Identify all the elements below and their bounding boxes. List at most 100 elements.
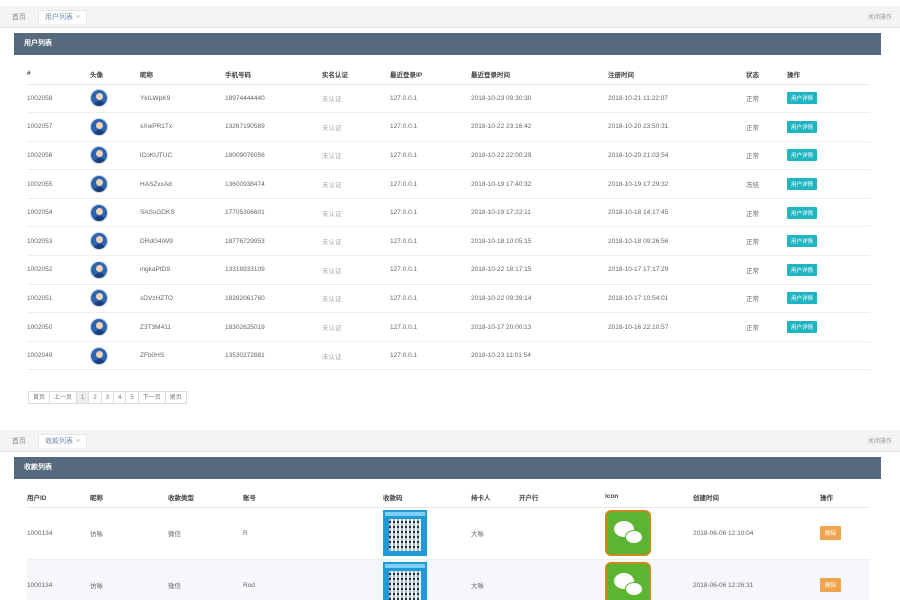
- users-panel-title: 用户列表: [14, 33, 881, 55]
- user-avatar-icon: [90, 203, 108, 222]
- row-reg-time: 2018-10-17 10:54:01: [608, 284, 746, 314]
- row-last-login: 2018-10-23 09:30:30: [471, 84, 608, 114]
- tab-home[interactable]: 首页: [12, 435, 26, 449]
- col-icon: icon: [605, 487, 693, 508]
- row-nick: YkILWpK9: [140, 84, 225, 114]
- row-id: 1002050: [27, 312, 90, 342]
- page-next-button[interactable]: 下一页: [137, 391, 166, 404]
- user-avatar-icon: [90, 175, 108, 194]
- row-verify: 未认证: [322, 284, 390, 314]
- row-verify: 未认证: [322, 112, 390, 142]
- row-account: R: [243, 507, 383, 560]
- col-last-login: 最近登录时间: [471, 64, 608, 85]
- user-avatar-icon: [90, 89, 108, 108]
- row-nick: Z3T3M411: [140, 312, 225, 342]
- row-ip: 127.0.0.1: [390, 341, 471, 371]
- row-reg-time: 2018-10-20 21:03:54: [608, 141, 746, 171]
- close-ops-button[interactable]: 关闭操作: [868, 12, 892, 21]
- row-reg-time: 2018-10-18 14:17:45: [608, 198, 746, 228]
- col-action: 操作: [787, 64, 870, 85]
- bottom-tab-bar: 首页 收款列表 × 关闭操作: [0, 430, 900, 452]
- row-status: 正常: [746, 84, 787, 114]
- page-5-button[interactable]: 5: [125, 391, 139, 404]
- row-verify: 未认证: [322, 226, 390, 257]
- page-3-button[interactable]: 3: [100, 391, 115, 404]
- row-ip: 127.0.0.1: [390, 141, 471, 171]
- row-ip: 127.0.0.1: [390, 226, 471, 257]
- row-reg-time: 2018-10-18 09:26:56: [608, 226, 746, 257]
- close-icon[interactable]: ×: [76, 438, 80, 445]
- row-holder: 大咏: [471, 559, 519, 600]
- user-detail-button[interactable]: 用户详情: [787, 120, 818, 133]
- row-bank: [519, 559, 605, 600]
- row-last-login: 2018-10-18 10:05:15: [471, 226, 608, 257]
- row-reg-time: 2018-10-16 22:10:57: [608, 312, 746, 342]
- tab-home[interactable]: 首页: [12, 11, 26, 25]
- tab-user-list[interactable]: 用户列表 ×: [38, 10, 88, 24]
- page-1-button[interactable]: 1: [76, 391, 90, 404]
- row-id: 1002051: [27, 284, 90, 314]
- row-uid: 1000134: [27, 559, 90, 600]
- row-bank: [519, 507, 605, 560]
- row-nick: ingkaPtD9: [140, 255, 225, 285]
- row-status: 正常: [746, 112, 787, 142]
- page-2-button[interactable]: 2: [88, 391, 102, 404]
- row-nick: 仿咏: [90, 507, 168, 560]
- row-status: 正常: [746, 255, 787, 285]
- table-row: 1002050 Z3T3M411 18302625019 未认证 127.0.0…: [27, 312, 870, 342]
- row-phone: 18009076056: [225, 141, 322, 171]
- table-row: 1002054 SASsGDKS 17705306601 未认证 127.0.0…: [27, 198, 870, 228]
- row-id: 1002057: [27, 112, 90, 142]
- user-detail-button[interactable]: 用户详情: [787, 206, 818, 219]
- user-detail-button[interactable]: 用户详情: [787, 178, 818, 191]
- col-qr: 收款码: [383, 487, 471, 508]
- user-detail-button[interactable]: 用户详情: [787, 92, 818, 105]
- user-detail-button[interactable]: 用户详情: [787, 263, 818, 276]
- page-prev-button[interactable]: 上一页: [49, 391, 78, 404]
- qr-code-icon[interactable]: [383, 562, 427, 600]
- row-status: 冻结: [746, 169, 787, 199]
- row-last-login: 2018-10-22 09:39:14: [471, 284, 608, 314]
- qr-code-icon[interactable]: [383, 510, 427, 556]
- col-action: 操作: [820, 487, 870, 508]
- row-nick: SASsGDKS: [140, 198, 225, 228]
- row-type: 微信: [168, 507, 243, 560]
- delete-button[interactable]: 删除: [820, 578, 842, 592]
- row-phone: 13267190589: [225, 112, 322, 142]
- delete-button[interactable]: 删除: [820, 526, 842, 540]
- col-nick: 昵称: [140, 64, 225, 85]
- row-last-login: 2018-10-19 17:22:11: [471, 198, 608, 228]
- user-detail-button[interactable]: 用户详情: [787, 149, 818, 162]
- close-ops-button[interactable]: 关闭操作: [868, 436, 892, 445]
- user-avatar-icon: [90, 346, 108, 365]
- row-last-login: 2018-10-22 23:16:42: [471, 112, 608, 142]
- row-phone: 13600938474: [225, 169, 322, 199]
- table-row: 1000134 仿咏 微信 R 大咏 2018-06-06 12:10:04 删…: [27, 507, 870, 560]
- row-account: Rod: [243, 559, 383, 600]
- table-row: 1002055 HASZxxAd 13600938474 未认证 127.0.0…: [27, 169, 870, 199]
- table-row: 1002052 ingkaPtD9 13318933109 未认证 127.0.…: [27, 255, 870, 285]
- user-avatar-icon: [90, 289, 108, 308]
- page-4-button[interactable]: 4: [113, 391, 127, 404]
- user-detail-button[interactable]: 用户详情: [787, 292, 818, 305]
- row-status: 正常: [746, 198, 787, 228]
- user-avatar-icon: [90, 318, 108, 337]
- page-last-button[interactable]: 尾页: [164, 391, 187, 404]
- pagination: 首页 上一页 1 2 3 4 5 下一页 尾页: [28, 391, 187, 404]
- col-ip: 最近登录IP: [390, 64, 471, 85]
- row-nick: sXwPR1Tx: [140, 112, 225, 142]
- row-phone: 13318933109: [225, 255, 322, 285]
- col-uid: 用户ID: [27, 487, 90, 508]
- user-detail-button[interactable]: 用户详情: [787, 321, 818, 334]
- page-first-button[interactable]: 首页: [28, 391, 51, 404]
- user-detail-button[interactable]: 用户详情: [787, 235, 818, 248]
- row-status: 正常: [746, 226, 787, 257]
- row-verify: 未认证: [322, 312, 390, 342]
- col-account: 账号: [243, 487, 383, 508]
- row-verify: 未认证: [322, 141, 390, 171]
- row-last-login: 2018-10-22 18:17:15: [471, 255, 608, 285]
- tab-payment-list[interactable]: 收款列表 ×: [38, 434, 88, 448]
- row-id: 1002052: [27, 255, 90, 285]
- close-icon[interactable]: ×: [76, 14, 80, 21]
- row-ip: 127.0.0.1: [390, 284, 471, 314]
